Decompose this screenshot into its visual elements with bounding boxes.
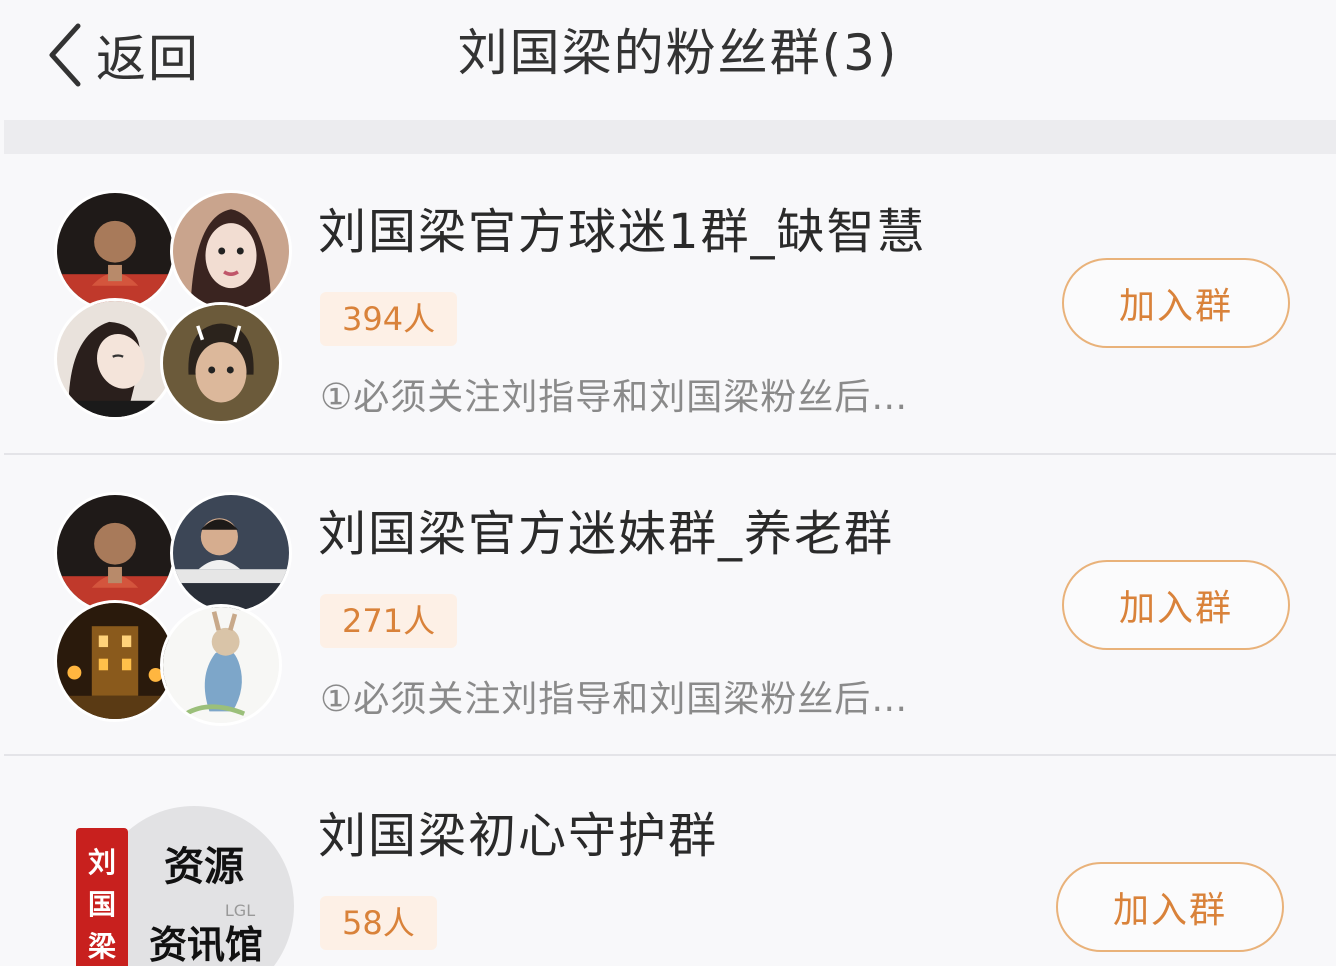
group-name: 刘国梁官方迷妹群_养老群 bbox=[318, 506, 895, 562]
nav-header: 返回 刘国梁的粉丝群(3) bbox=[0, 0, 1336, 120]
member-avatar bbox=[54, 190, 176, 312]
member-count-badge: 271人 bbox=[320, 594, 458, 648]
member-avatar bbox=[54, 492, 176, 614]
group-name: 刘国梁初心守护群 bbox=[318, 808, 719, 864]
group-list-item[interactable]: 刘国梁官方球迷1群_缺智慧 394人 ①必须关注刘指导和刘国梁粉丝后… 加入群 bbox=[4, 154, 1336, 454]
svg-text:国: 国 bbox=[88, 888, 116, 921]
group-list-item[interactable]: 刘 国 梁 资源 LGL 资讯馆 刘国梁初心守护群 58人 加入群 bbox=[4, 758, 1336, 966]
svg-text:刘: 刘 bbox=[88, 846, 116, 879]
member-count-badge: 58人 bbox=[320, 896, 437, 950]
group-avatar-collage bbox=[54, 492, 292, 726]
group-name: 刘国梁官方球迷1群_缺智慧 bbox=[318, 204, 927, 260]
member-count-badge: 394人 bbox=[320, 292, 458, 346]
group-description: ①必须关注刘指导和刘国梁粉丝后… bbox=[320, 679, 909, 720]
page-title: 刘国梁的粉丝群(3) bbox=[457, 24, 899, 82]
list-divider bbox=[4, 453, 1336, 455]
svg-text:资源: 资源 bbox=[164, 844, 244, 890]
member-avatar bbox=[160, 604, 282, 726]
svg-text:资讯馆: 资讯馆 bbox=[149, 923, 263, 966]
member-avatar bbox=[160, 302, 282, 424]
group-avatar-collage bbox=[54, 190, 292, 424]
join-group-button[interactable]: 加入群 bbox=[1062, 560, 1290, 650]
group-list-item[interactable]: 刘国梁官方迷妹群_养老群 271人 ①必须关注刘指导和刘国梁粉丝后… 加入群 bbox=[4, 456, 1336, 756]
svg-text:梁: 梁 bbox=[87, 930, 116, 963]
member-avatar bbox=[54, 600, 176, 722]
join-group-button[interactable]: 加入群 bbox=[1056, 862, 1284, 952]
member-avatar bbox=[170, 492, 292, 614]
svg-text:LGL: LGL bbox=[225, 901, 255, 920]
member-avatar bbox=[54, 298, 176, 420]
join-group-button[interactable]: 加入群 bbox=[1062, 258, 1290, 348]
member-avatar bbox=[170, 190, 292, 312]
list-divider bbox=[4, 754, 1336, 756]
group-description: ①必须关注刘指导和刘国梁粉丝后… bbox=[320, 377, 909, 418]
group-avatar: 刘 国 梁 资源 LGL 资讯馆 bbox=[54, 798, 294, 966]
section-separator bbox=[4, 120, 1336, 154]
